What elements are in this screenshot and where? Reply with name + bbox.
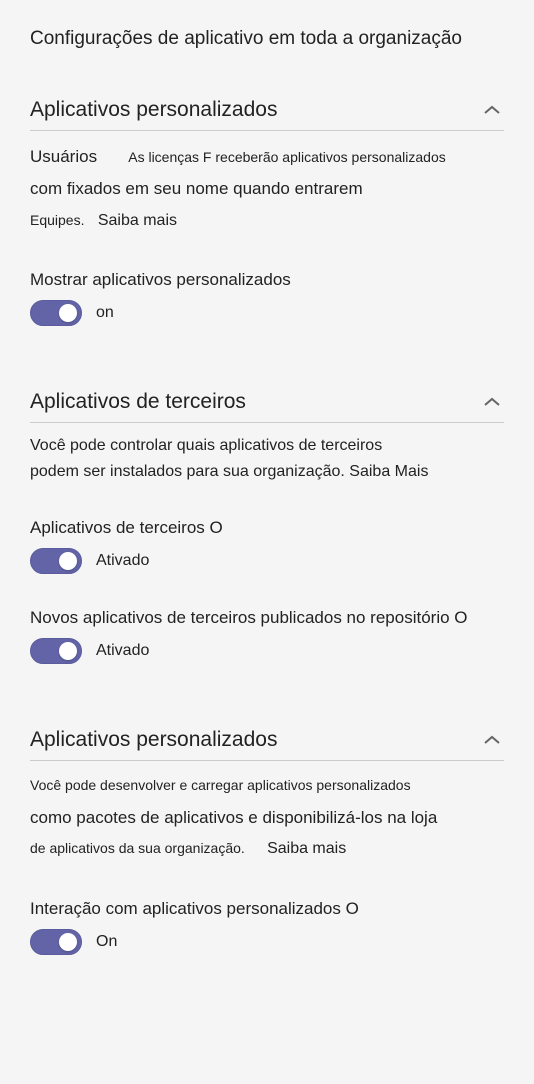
toggle-state: Ativado bbox=[96, 552, 149, 570]
section-title-2: Aplicativos de terceiros bbox=[30, 390, 246, 414]
toggle-label: Novos aplicativos de terceiros publicado… bbox=[30, 608, 504, 628]
toggle-knob bbox=[59, 933, 77, 951]
section-desc-1: Usuários As licenças F receberão aplicat… bbox=[30, 141, 504, 236]
section-custom-apps-1: Aplicativos personalizados Usuários As l… bbox=[30, 98, 504, 326]
chevron-up-icon[interactable] bbox=[480, 390, 504, 414]
toggle-show-custom-apps[interactable] bbox=[30, 300, 82, 326]
toggle-group-custom-interaction: Interação com aplicativos personalizados… bbox=[30, 899, 504, 955]
desc-text: As licenças F receberão aplicativos pers… bbox=[128, 149, 446, 165]
toggle-state: on bbox=[96, 304, 114, 322]
learn-more-link[interactable]: Saiba mais bbox=[267, 840, 346, 857]
learn-more-link[interactable]: Saiba mais bbox=[98, 212, 177, 229]
toggle-group-third-party: Aplicativos de terceiros O Ativado bbox=[30, 518, 504, 574]
section-title-3: Aplicativos personalizados bbox=[30, 728, 277, 752]
chevron-up-icon[interactable] bbox=[480, 728, 504, 752]
toggle-state: Ativado bbox=[96, 642, 149, 660]
toggle-group-new-third-party: Novos aplicativos de terceiros publicado… bbox=[30, 608, 504, 664]
toggle-state: On bbox=[96, 933, 117, 951]
section-header-1[interactable]: Aplicativos personalizados bbox=[30, 98, 504, 131]
desc-text: Equipes. bbox=[30, 212, 84, 228]
desc-text: Usuários bbox=[30, 147, 97, 166]
desc-text: podem ser instalados para sua organizaçã… bbox=[30, 463, 428, 480]
page-title: Configurações de aplicativo em toda a or… bbox=[30, 28, 504, 50]
chevron-up-icon[interactable] bbox=[480, 98, 504, 122]
toggle-label: Aplicativos de terceiros O bbox=[30, 518, 504, 538]
section-header-3[interactable]: Aplicativos personalizados bbox=[30, 728, 504, 761]
toggle-label: Mostrar aplicativos personalizados bbox=[30, 270, 504, 290]
desc-text: com fixados em seu nome quando entrarem bbox=[30, 179, 363, 198]
section-title-1: Aplicativos personalizados bbox=[30, 98, 277, 122]
section-desc-3: Você pode desenvolver e carregar aplicat… bbox=[30, 771, 504, 864]
toggle-new-third-party-apps[interactable] bbox=[30, 638, 82, 664]
section-third-party-apps: Aplicativos de terceiros Você pode contr… bbox=[30, 390, 504, 664]
toggle-knob bbox=[59, 552, 77, 570]
desc-text: Você pode controlar quais aplicativos de… bbox=[30, 437, 382, 454]
desc-text: como pacotes de aplicativos e disponibil… bbox=[30, 808, 437, 827]
toggle-third-party-apps[interactable] bbox=[30, 548, 82, 574]
toggle-custom-interaction[interactable] bbox=[30, 929, 82, 955]
section-custom-apps-2: Aplicativos personalizados Você pode des… bbox=[30, 728, 504, 954]
toggle-label: Interação com aplicativos personalizados… bbox=[30, 899, 504, 919]
section-header-2[interactable]: Aplicativos de terceiros bbox=[30, 390, 504, 423]
desc-text: Você pode desenvolver e carregar aplicat… bbox=[30, 777, 411, 793]
toggle-knob bbox=[59, 642, 77, 660]
toggle-knob bbox=[59, 304, 77, 322]
toggle-group-show-custom: Mostrar aplicativos personalizados on bbox=[30, 270, 504, 326]
section-desc-2: Você pode controlar quais aplicativos de… bbox=[30, 433, 504, 484]
desc-text: de aplicativos da sua organização. bbox=[30, 840, 245, 856]
